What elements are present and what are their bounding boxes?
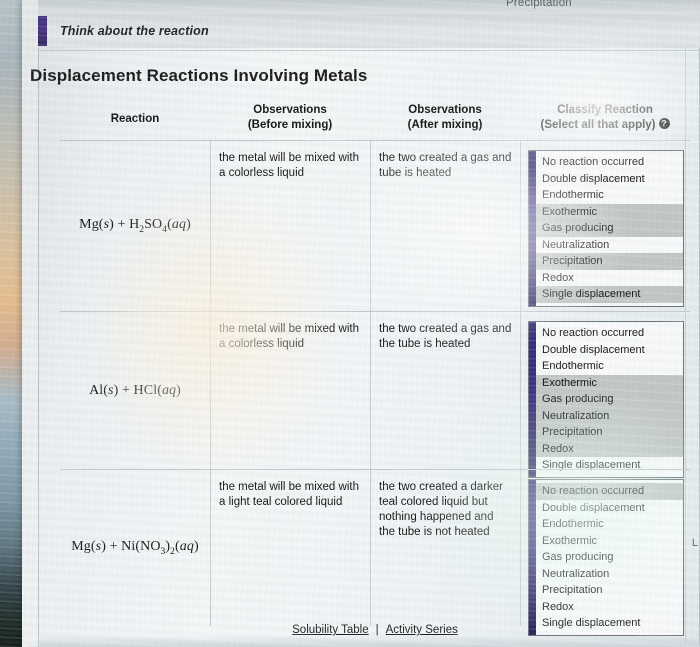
reactions-table: Reaction Observations (Before mixing) Ob… [60,98,690,636]
listbox-option[interactable]: Neutralization [536,407,683,424]
observation-before-text: the metal will be mixed with a colorless… [219,152,359,179]
listbox-option[interactable]: Double displacement [536,171,683,188]
listbox-option[interactable]: Exothermic [536,203,683,220]
listbox-option[interactable]: No reaction occurred [536,325,683,342]
table-body: Mg(s) + H2SO4(aq) the metal will be mixed… [60,140,690,636]
listbox-option[interactable]: No reaction occurred [536,483,683,500]
listbox-option[interactable]: Double displacement [536,342,683,359]
listbox-option[interactable]: Neutralization [536,566,683,583]
cell-reaction: Mg(s) + H2SO4(aq) [60,141,211,311]
cell-observations-after: the two created a gas and tube is heated [370,141,521,311]
cell-observations-before: the metal will be mixed with a colorless… [210,141,371,311]
listbox-option[interactable]: No reaction occurred [536,154,683,171]
banner-underline [38,50,700,51]
listbox-option[interactable]: Exothermic [536,374,683,391]
column-header-observations-before-line2: (Before mixing) [247,119,333,131]
listbox-options: No reaction occurred Double displacement E… [536,480,683,635]
table-header-row: Reaction Observations (Before mixing) Ob… [60,98,690,140]
banner-label: Think about the reaction [60,24,209,38]
observation-after-text: the two created a gas and the tube is he… [379,323,512,350]
desktop-wallpaper-edge [0,0,22,647]
window-left-border [38,0,39,647]
cell-classify: No reaction occurred Double displacement E… [520,141,690,311]
column-header-observations-after-line1: Observations [408,104,482,116]
top-cutoff-tab-label: Precipitation [506,0,572,9]
cell-observations-before: the metal will be mixed with a light tea… [210,470,371,626]
listbox-scrollbar[interactable] [529,322,536,477]
edge-glyph: L [691,537,698,549]
help-icon[interactable]: ? [658,118,670,130]
observation-before-text: the metal will be mixed with a light tea… [219,481,359,508]
reaction-equation: Mg(s) + H2SO4(aq) [79,217,191,235]
listbox-options: No reaction occurred Double displacement E… [536,151,683,306]
cell-observations-after: the two created a darker teal colored li… [370,470,521,626]
column-header-classify-line1: Classify Reaction [557,104,653,116]
cell-classify: No reaction occurred Double displacement E… [520,470,690,636]
listbox-options: No reaction occurred Double displacement E… [536,322,683,477]
listbox-option[interactable]: Double displacement [536,500,683,517]
cell-reaction: Al(s) + HCl(aq) [60,312,211,469]
column-header-reaction: Reaction [110,113,160,125]
listbox-option[interactable]: Redox [536,270,683,287]
cell-observations-before: the metal will be mixed with a colorless… [210,312,371,469]
listbox-option[interactable]: Endothermic [536,187,683,204]
column-header-classify-line2-wrap: (Select all that apply)? [520,118,690,133]
cell-observations-after: the two created a gas and the tube is he… [370,312,521,469]
bottom-shade [38,635,700,647]
listbox-option[interactable]: Endothermic [536,358,683,375]
observation-after-text: the two created a darker teal colored li… [379,481,504,538]
listbox-option[interactable]: Neutralization [536,237,683,254]
listbox-scrollbar[interactable] [529,151,536,306]
banner-accent-bar [38,16,47,46]
column-header-observations-after: Observations (After mixing) [370,103,520,133]
reaction-equation: Al(s) + HCl(aq) [89,382,181,398]
think-about-reaction-banner: Think about the reaction [38,14,700,48]
column-header-classify: Classify Reaction (Select all that apply… [520,103,690,133]
column-header-classify-line2: (Select all that apply) [540,119,656,131]
listbox-option[interactable]: Redox [536,440,683,457]
observation-before-text: the metal will be mixed with a colorless… [219,323,359,350]
cell-reaction: Mg(s) + Ni(NO3)2(aq) [60,470,211,626]
listbox-option[interactable]: Exothermic [536,533,683,550]
listbox-option[interactable]: Gas producing [536,391,683,408]
listbox-option[interactable]: Precipitation [536,582,683,599]
top-cutoff-strip: Precipitation [38,0,700,14]
table-row: Al(s) + HCl(aq) the metal will be mixed w… [60,311,690,478]
listbox-option[interactable]: Precipitation [536,424,683,441]
listbox-option[interactable]: Single displacement [536,286,683,303]
reaction-equation: Mg(s) + Ni(NO3)2(aq) [71,539,199,557]
column-header-observations-after-line2: (After mixing) [407,119,483,131]
listbox-scrollbar[interactable] [529,480,536,635]
cell-classify: No reaction occurred Double displacement E… [520,312,690,478]
table-row: Mg(s) + Ni(NO3)2(aq) the metal will be mi… [60,469,690,636]
screenshot-root: Precipitation Think about the reaction D… [0,0,700,647]
classification-listbox[interactable]: No reaction occurred Double displacement E… [528,150,684,307]
page-title: Displacement Reactions Involving Metals [30,66,368,85]
listbox-option[interactable]: Gas producing [536,549,683,566]
table-row: Mg(s) + H2SO4(aq) the metal will be mixed… [60,140,690,311]
column-header-observations-before: Observations (Before mixing) [210,103,370,133]
listbox-option[interactable]: Endothermic [536,516,683,533]
column-header-observations-before-line1: Observations [253,104,327,116]
observation-after-text: the two created a gas and tube is heated [379,152,512,179]
listbox-option[interactable]: Gas producing [536,220,683,237]
listbox-option[interactable]: Precipitation [536,253,683,270]
classification-listbox[interactable]: No reaction occurred Double displacement E… [528,321,684,478]
classification-listbox[interactable]: No reaction occurred Double displacement E… [528,479,684,636]
listbox-option[interactable]: Redox [536,599,683,616]
